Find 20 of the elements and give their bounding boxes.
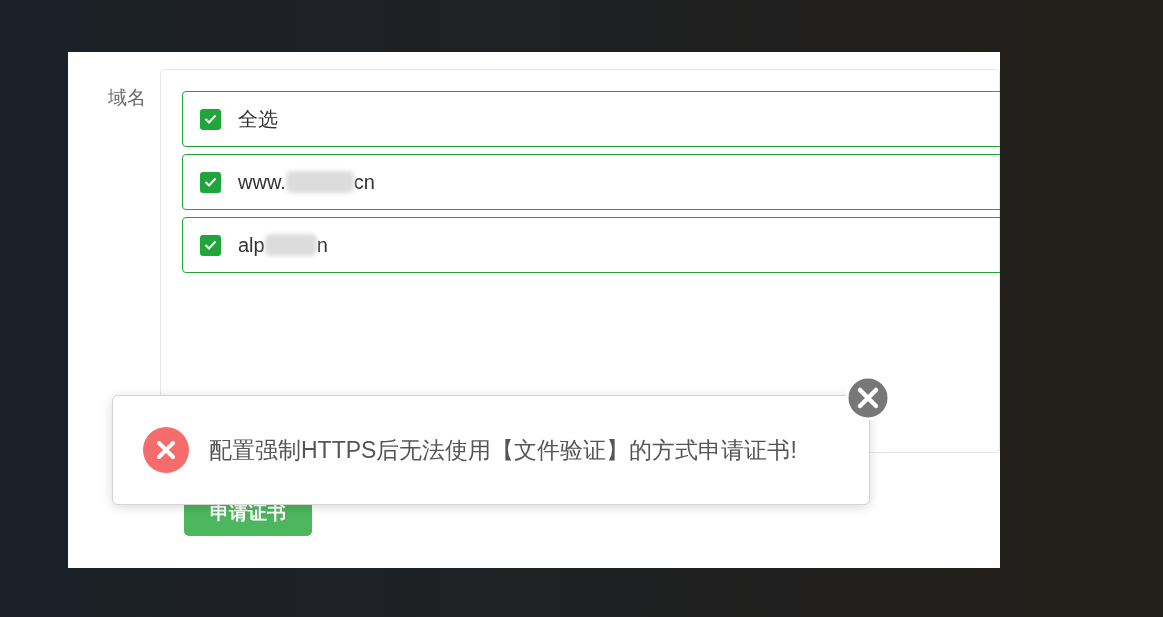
option-label: 全选 [238,107,278,132]
close-icon[interactable] [846,376,890,420]
check-icon [204,240,217,250]
check-icon [204,114,217,124]
checkbox[interactable] [200,234,221,256]
domain-text: n [316,233,328,258]
check-icon [204,177,217,187]
error-icon [143,427,189,473]
domain-text: www. [238,170,286,195]
redaction-blur [264,234,317,256]
checkbox-option[interactable]: 全选 [182,91,1000,147]
error-message: 配置强制HTTPS后无法使用【文件验证】的方式申请证书! [209,435,797,465]
redaction-blur [285,171,354,193]
field-label: 域名 [108,86,147,110]
domain-text: alp [238,233,265,258]
checkbox-option[interactable]: www. cn [182,154,1000,210]
checkbox-option[interactable]: alp n [182,217,1000,273]
checkbox[interactable] [200,108,221,130]
checkbox[interactable] [200,171,221,193]
domain-text: cn [353,170,375,195]
